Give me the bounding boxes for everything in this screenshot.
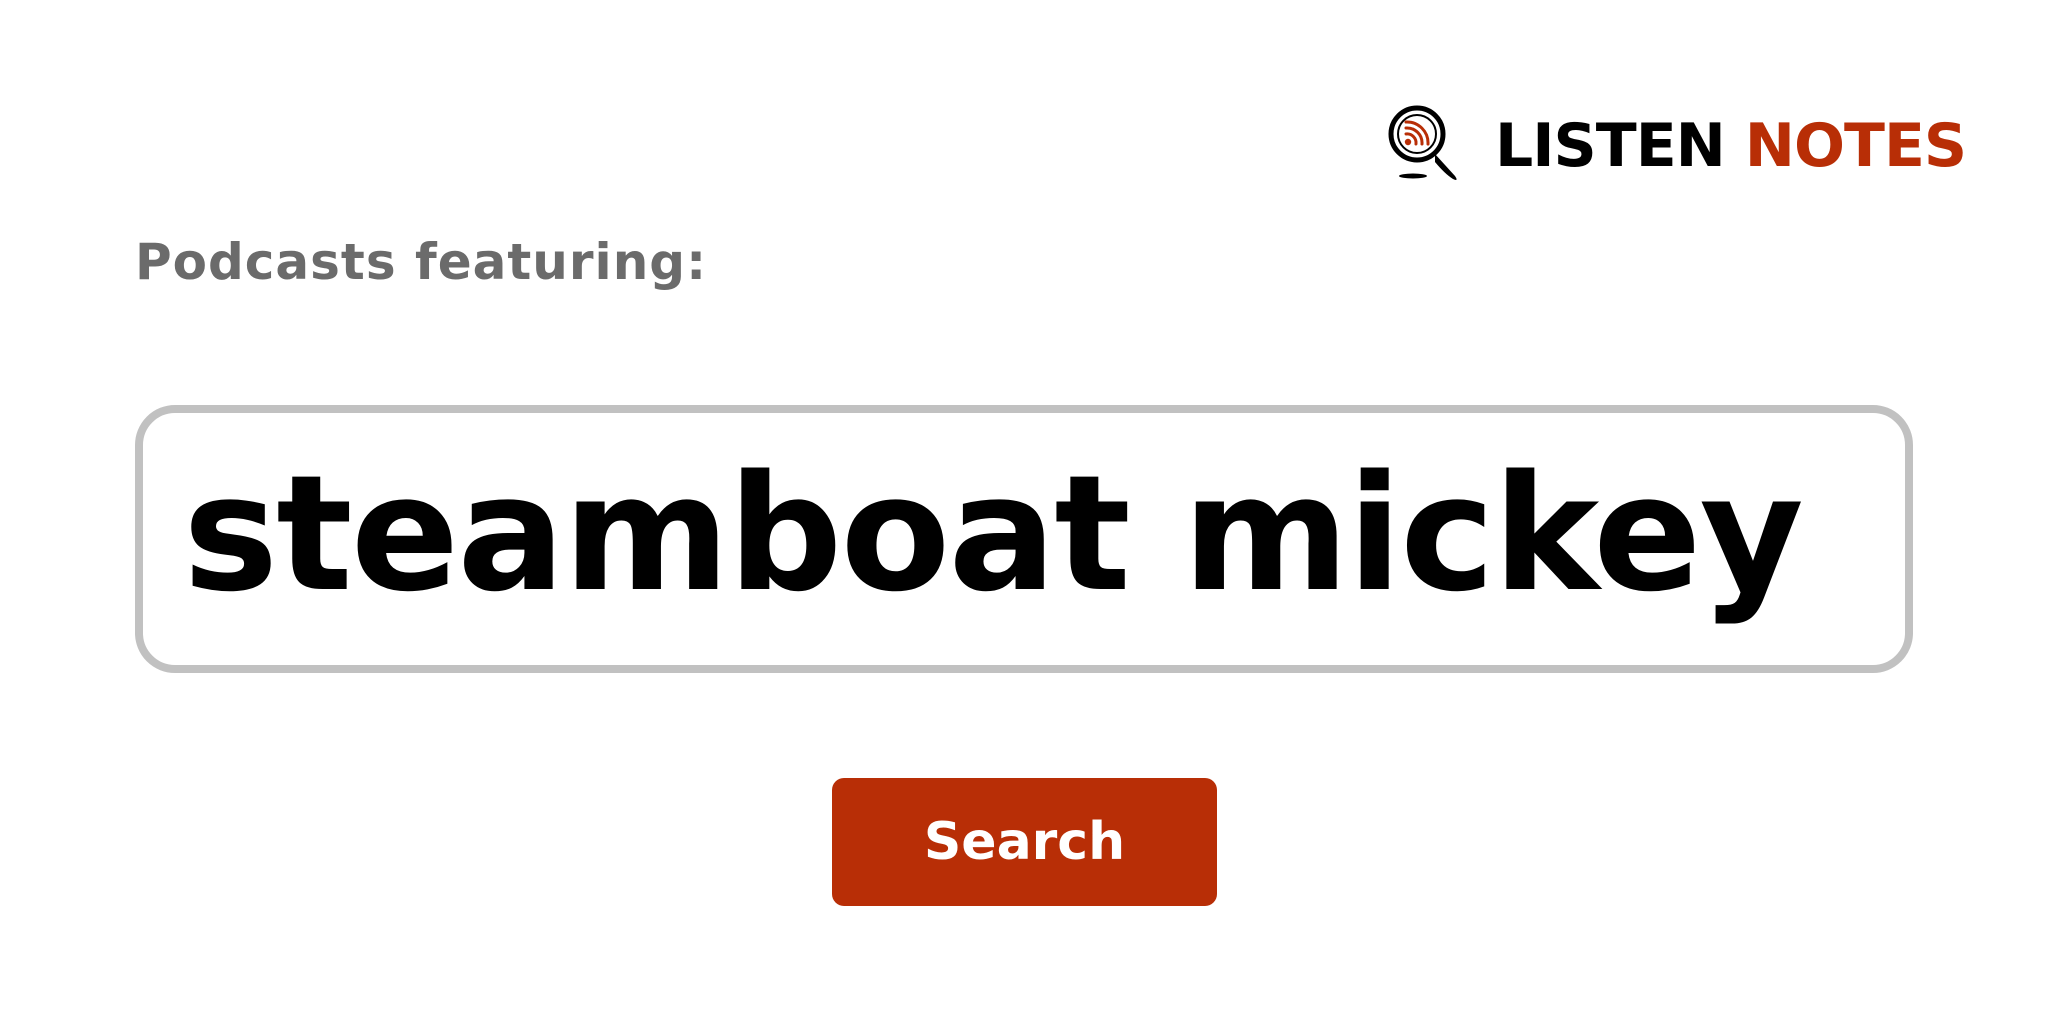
page: LISTEN NOTES Podcasts featuring: steambo… [0,0,2048,1024]
search-input[interactable]: steamboat mickey [135,405,1913,673]
search-button-label: Search [923,812,1126,872]
listen-notes-logo[interactable]: LISTEN NOTES [1383,104,1967,188]
prompt-label: Podcasts featuring: [135,233,708,291]
search-button[interactable]: Search [832,778,1217,906]
brand-name-notes: NOTES [1744,111,1967,181]
brand-wordmark: LISTEN NOTES [1495,116,1967,176]
magnifier-podcast-icon [1383,104,1467,188]
brand-name-listen: LISTEN [1495,111,1726,181]
search-input-value: steamboat mickey [183,440,1804,627]
